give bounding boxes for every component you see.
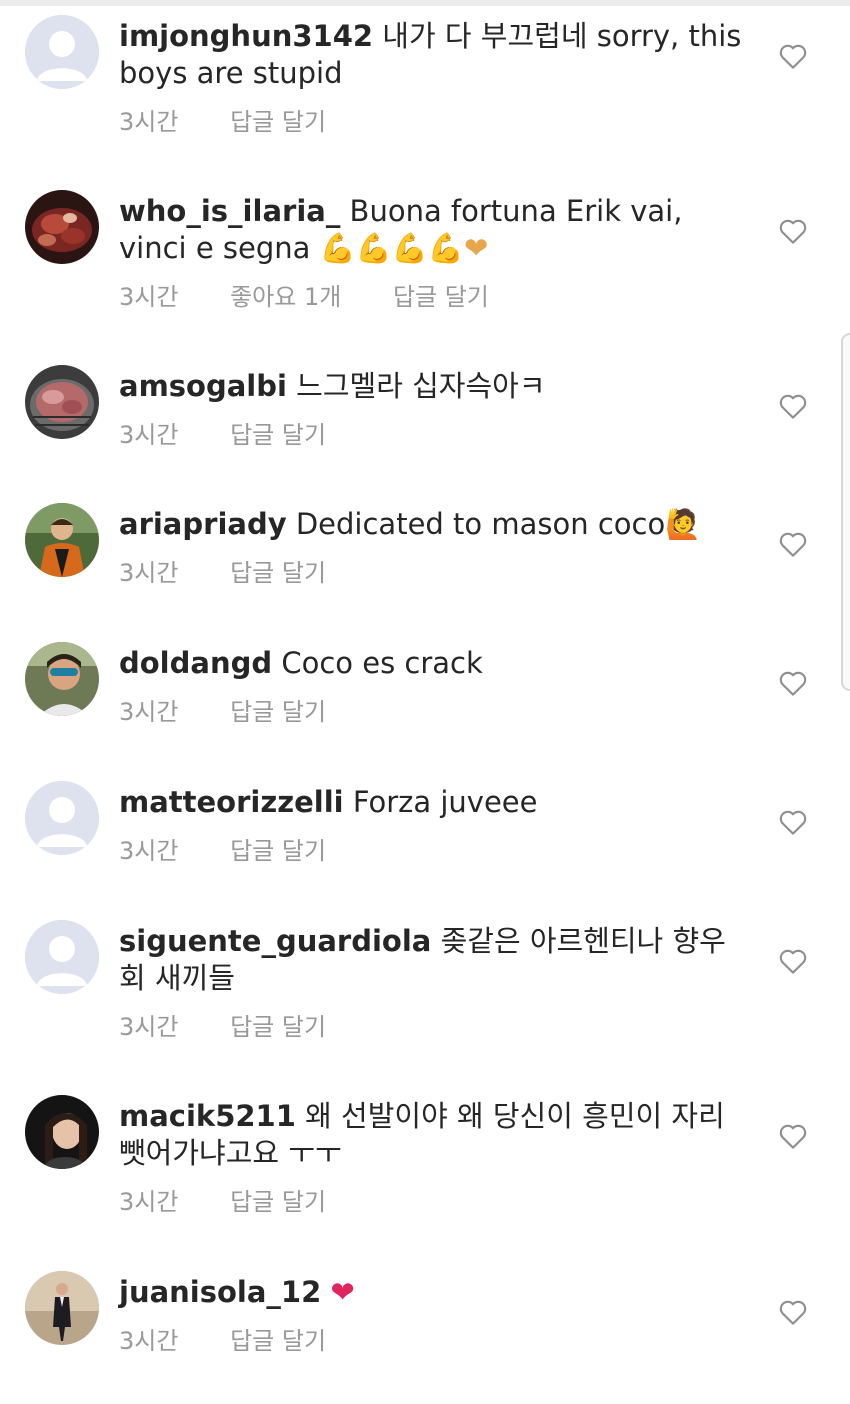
heart-outline-icon[interactable] bbox=[778, 392, 808, 420]
comment-timestamp: 3시간 bbox=[119, 283, 179, 311]
default-avatar-icon[interactable] bbox=[25, 920, 99, 994]
heart-outline-icon[interactable] bbox=[778, 669, 808, 697]
default-avatar-icon[interactable] bbox=[25, 15, 99, 89]
comment-item: amsogalbi 느그멜라 십자슥아ㅋ 3시간 답글 달기 bbox=[0, 365, 850, 465]
heart-emoji: ❤ bbox=[330, 1275, 355, 1309]
comment-username[interactable]: amsogalbi bbox=[119, 369, 287, 403]
comment-timestamp: 3시간 bbox=[119, 837, 179, 865]
comment-item: juanisola_12 ❤ 3시간 답글 달기 bbox=[0, 1271, 850, 1371]
reply-button[interactable]: 답글 달기 bbox=[230, 1326, 326, 1356]
heart-outline-icon[interactable] bbox=[778, 1298, 808, 1326]
comment-username[interactable]: siguente_guardiola bbox=[119, 924, 431, 958]
heart-outline-icon[interactable] bbox=[778, 1122, 808, 1150]
comment-item: ariapriady Dedicated to mason coco🙋 3시간 … bbox=[0, 503, 850, 603]
comment-username[interactable]: matteorizzelli bbox=[119, 785, 344, 819]
reply-button[interactable]: 답글 달기 bbox=[230, 107, 326, 137]
reply-button[interactable]: 답글 달기 bbox=[230, 420, 326, 450]
comment-item: who_is_ilaria_ Buona fortuna Erik vai, v… bbox=[0, 190, 850, 320]
profile-photo[interactable] bbox=[25, 190, 99, 264]
reply-button[interactable]: 답글 달기 bbox=[393, 282, 489, 312]
comment-username[interactable]: juanisola_12 bbox=[119, 1275, 321, 1309]
comment-timestamp: 3시간 bbox=[119, 1327, 179, 1355]
comment-timestamp: 3시간 bbox=[119, 1013, 179, 1041]
comment-timestamp: 3시간 bbox=[119, 698, 179, 726]
comment-text: 느그멜라 십자슥아ㅋ bbox=[296, 369, 546, 403]
comment-text: Coco es crack bbox=[281, 646, 483, 680]
comment-item: siguente_guardiola 좆같은 아르헨티나 향우회 새끼들 3시간… bbox=[0, 920, 850, 1050]
comments-list: imjonghun3142 내가 다 부끄럽네 sorry, this boys… bbox=[0, 0, 850, 1404]
reply-button[interactable]: 답글 달기 bbox=[230, 836, 326, 866]
comment-username[interactable]: ariapriady bbox=[119, 507, 287, 541]
scrollbar[interactable] bbox=[841, 333, 850, 691]
comment-item: macik5211 왜 선발이야 왜 당신이 흥민이 자리 뺏어가냐고요 ㅜㅜ … bbox=[0, 1095, 850, 1225]
profile-photo[interactable] bbox=[25, 1095, 99, 1169]
comment-username[interactable]: who_is_ilaria_ bbox=[119, 194, 340, 228]
heart-outline-icon[interactable] bbox=[778, 42, 808, 70]
comment-text: Dedicated to mason coco bbox=[295, 507, 666, 541]
comment-timestamp: 3시간 bbox=[119, 108, 179, 136]
reply-button[interactable]: 답글 달기 bbox=[230, 1187, 326, 1217]
emoji: 🙋 bbox=[665, 507, 702, 541]
heart-outline-icon[interactable] bbox=[778, 808, 808, 836]
profile-photo[interactable] bbox=[25, 642, 99, 716]
profile-photo[interactable] bbox=[25, 503, 99, 577]
comment-item: imjonghun3142 내가 다 부끄럽네 sorry, this boys… bbox=[0, 15, 850, 145]
profile-photo[interactable] bbox=[25, 1271, 99, 1345]
comment-item: matteorizzelli Forza juveee 3시간 답글 달기 bbox=[0, 781, 850, 881]
comment-username[interactable]: doldangd bbox=[119, 646, 272, 680]
emoji: 💪💪💪💪❤ bbox=[319, 231, 489, 265]
default-avatar-icon[interactable] bbox=[25, 781, 99, 855]
comment-timestamp: 3시간 bbox=[119, 421, 179, 449]
comment-username[interactable]: imjonghun3142 bbox=[119, 19, 373, 53]
heart-outline-icon[interactable] bbox=[778, 530, 808, 558]
reply-button[interactable]: 답글 달기 bbox=[230, 558, 326, 588]
heart-outline-icon[interactable] bbox=[778, 217, 808, 245]
heart-outline-icon[interactable] bbox=[778, 947, 808, 975]
comment-text: Forza juveee bbox=[352, 785, 538, 819]
comment-timestamp: 3시간 bbox=[119, 559, 179, 587]
comment-timestamp: 3시간 bbox=[119, 1188, 179, 1216]
like-count[interactable]: 좋아요 1개 bbox=[230, 282, 341, 312]
reply-button[interactable]: 답글 달기 bbox=[230, 697, 326, 727]
profile-photo[interactable] bbox=[25, 365, 99, 439]
comment-item: doldangd Coco es crack 3시간 답글 달기 bbox=[0, 642, 850, 742]
reply-button[interactable]: 답글 달기 bbox=[230, 1012, 326, 1042]
comment-username[interactable]: macik5211 bbox=[119, 1099, 296, 1133]
